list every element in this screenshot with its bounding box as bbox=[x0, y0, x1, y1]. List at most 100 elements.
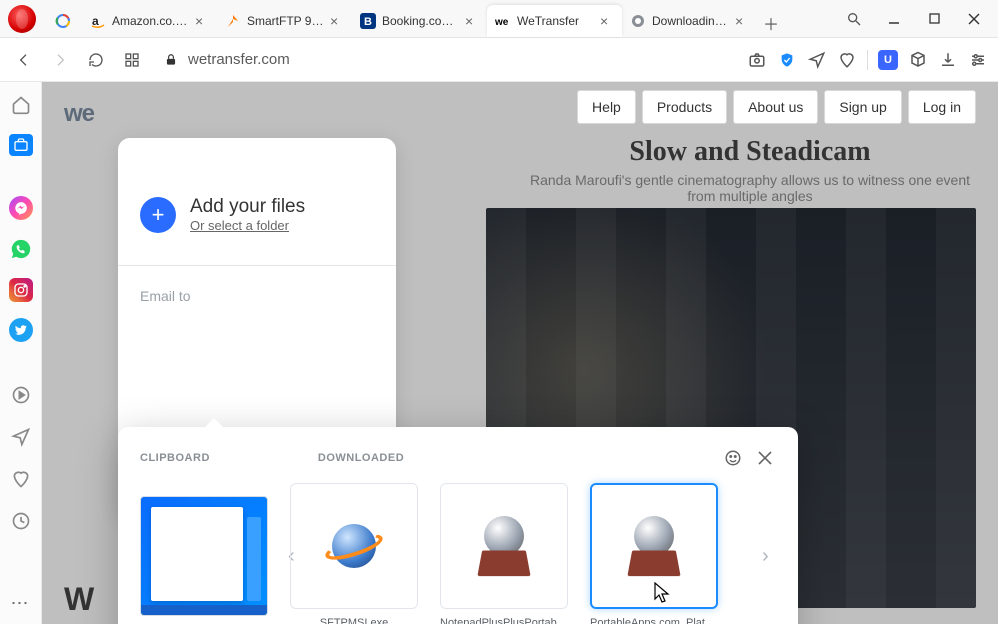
plus-icon[interactable]: + bbox=[140, 197, 176, 233]
address-bar[interactable]: wetransfer.com bbox=[154, 44, 739, 76]
extension-cube-icon[interactable] bbox=[908, 50, 928, 70]
sidebar-pinboards-icon[interactable] bbox=[8, 466, 34, 492]
tab-label: SmartFTP 9.0.28 bbox=[247, 14, 324, 28]
sidebar-send-icon[interactable] bbox=[8, 424, 34, 450]
svg-text:we: we bbox=[495, 17, 509, 28]
sidebar-messenger-icon[interactable] bbox=[9, 196, 33, 220]
top-nav: Help Products About us Sign up Log in bbox=[577, 90, 976, 124]
address-bar-row: wetransfer.com U bbox=[0, 38, 998, 82]
tab-wetransfer[interactable]: we WeTransfer × bbox=[487, 5, 622, 37]
svg-text:B: B bbox=[364, 16, 372, 28]
opera-logo-icon[interactable] bbox=[8, 5, 36, 33]
downloaded-group: ‹ SFTPMSI.exe NotepadPlusPlusPortab.. bbox=[290, 483, 776, 624]
extension-u-icon[interactable]: U bbox=[878, 50, 898, 70]
sidebar-twitter-icon[interactable] bbox=[9, 318, 33, 342]
google-favicon-icon bbox=[55, 13, 71, 29]
new-tab-button[interactable]: ＋ bbox=[757, 9, 785, 37]
wetransfer-logo-icon[interactable]: we bbox=[64, 100, 94, 128]
sidebar-player-icon[interactable] bbox=[8, 382, 34, 408]
tab-smartftp[interactable]: SmartFTP 9.0.28 × bbox=[217, 5, 352, 37]
tab-close-icon[interactable]: × bbox=[195, 14, 209, 28]
portableapps-favicon-icon bbox=[630, 13, 646, 29]
popup-close-button[interactable] bbox=[754, 447, 776, 469]
back-button[interactable] bbox=[10, 46, 38, 74]
tab-close-icon[interactable]: × bbox=[465, 14, 479, 28]
easy-setup-icon[interactable] bbox=[968, 50, 988, 70]
titlebar: a Amazon.co.uk: L × SmartFTP 9.0.28 × B … bbox=[0, 0, 998, 38]
hero-heading: Slow and Steadicam Randa Maroufi's gentl… bbox=[520, 136, 980, 204]
sidebar-workspaces-icon[interactable] bbox=[9, 134, 33, 156]
tab-label: WeTransfer bbox=[517, 14, 594, 28]
hero-title: Slow and Steadicam bbox=[520, 136, 980, 168]
tab-booking[interactable]: B Booking.com | O × bbox=[352, 5, 487, 37]
nav-products[interactable]: Products bbox=[642, 90, 727, 124]
tab-strip: a Amazon.co.uk: L × SmartFTP 9.0.28 × B … bbox=[44, 1, 830, 37]
download-item-sftp[interactable]: SFTPMSI.exe bbox=[290, 483, 418, 624]
divider bbox=[118, 265, 396, 266]
download-label: NotepadPlusPlusPortab....exe bbox=[440, 617, 568, 624]
wetransfer-favicon-icon: we bbox=[495, 13, 511, 29]
tab-close-icon[interactable]: × bbox=[735, 14, 749, 28]
send-icon[interactable] bbox=[807, 50, 827, 70]
add-files-row[interactable]: + Add your files Or select a folder bbox=[140, 178, 374, 259]
booking-favicon-icon: B bbox=[360, 13, 376, 29]
maximize-button[interactable] bbox=[922, 7, 946, 31]
sidebar-whatsapp-icon[interactable] bbox=[8, 236, 34, 262]
emoji-button-icon[interactable] bbox=[722, 447, 744, 469]
download-item-portableapps[interactable]: PortableApps.com_Plat....exe bbox=[590, 483, 718, 624]
wetransfer-wordmark: W bbox=[64, 581, 94, 618]
url-text: wetransfer.com bbox=[188, 51, 290, 68]
installer-icon bbox=[624, 516, 684, 576]
download-label: SFTPMSI.exe bbox=[290, 617, 418, 624]
nav-login[interactable]: Log in bbox=[908, 90, 976, 124]
nav-signup[interactable]: Sign up bbox=[824, 90, 901, 124]
forward-button[interactable] bbox=[46, 46, 74, 74]
smartftp-icon bbox=[326, 518, 382, 574]
sidebar-more-button[interactable]: ⋯ bbox=[11, 593, 31, 614]
lock-icon bbox=[164, 53, 178, 67]
reload-button[interactable] bbox=[82, 46, 110, 74]
window-controls bbox=[830, 7, 998, 31]
tab-label: Downloading | P bbox=[652, 14, 729, 28]
popup-header: CLIPBOARD DOWNLOADED bbox=[140, 447, 776, 469]
download-tray-icon[interactable] bbox=[938, 50, 958, 70]
tab-close-icon[interactable]: × bbox=[600, 14, 614, 28]
minimize-button[interactable] bbox=[882, 7, 906, 31]
clipboard-thumbnail[interactable] bbox=[140, 496, 268, 616]
snapshot-icon[interactable] bbox=[747, 50, 767, 70]
tab-google[interactable] bbox=[44, 5, 82, 37]
hero-subtitle: Randa Maroufi's gentle cinematography al… bbox=[520, 172, 980, 204]
nav-help[interactable]: Help bbox=[577, 90, 636, 124]
email-to-field[interactable]: Email to bbox=[140, 272, 374, 304]
sidebar-instagram-icon[interactable] bbox=[9, 278, 33, 302]
chevron-right-icon[interactable]: › bbox=[762, 545, 780, 568]
download-item-notepad[interactable]: NotepadPlusPlusPortab....exe bbox=[440, 483, 568, 624]
tab-label: Amazon.co.uk: L bbox=[112, 14, 189, 28]
select-folder-link[interactable]: Or select a folder bbox=[190, 218, 305, 233]
page-viewport: we Help Products About us Sign up Log in… bbox=[42, 82, 998, 624]
tab-amazon[interactable]: a Amazon.co.uk: L × bbox=[82, 5, 217, 37]
smartftp-favicon-icon bbox=[225, 13, 241, 29]
tab-close-icon[interactable]: × bbox=[330, 14, 344, 28]
shield-icon[interactable] bbox=[777, 50, 797, 70]
amazon-favicon-icon: a bbox=[90, 13, 106, 29]
address-actions: U bbox=[747, 50, 988, 70]
sidebar-history-icon[interactable] bbox=[8, 508, 34, 534]
close-window-button[interactable] bbox=[962, 7, 986, 31]
bookmark-icon[interactable] bbox=[837, 50, 857, 70]
nav-about[interactable]: About us bbox=[733, 90, 818, 124]
sidebar: ⋯ bbox=[0, 82, 42, 624]
paste-download-popup: CLIPBOARD DOWNLOADED ‹ bbox=[118, 427, 798, 624]
speed-dial-button[interactable] bbox=[118, 46, 146, 74]
download-label: PortableApps.com_Plat....exe bbox=[590, 617, 718, 624]
popup-items-row: ‹ SFTPMSI.exe NotepadPlusPlusPortab.. bbox=[140, 483, 776, 624]
browser-body: ⋯ we Help Products About us Sign up Log … bbox=[0, 82, 998, 624]
popup-arrow-icon bbox=[204, 418, 224, 428]
sidebar-home-icon[interactable] bbox=[8, 92, 34, 118]
tab-downloading[interactable]: Downloading | P × bbox=[622, 5, 757, 37]
downloaded-heading: DOWNLOADED bbox=[318, 452, 404, 464]
search-tabs-icon[interactable] bbox=[842, 7, 866, 31]
tab-label: Booking.com | O bbox=[382, 14, 459, 28]
browser-window: a Amazon.co.uk: L × SmartFTP 9.0.28 × B … bbox=[0, 0, 998, 624]
add-files-title: Add your files bbox=[190, 196, 305, 218]
